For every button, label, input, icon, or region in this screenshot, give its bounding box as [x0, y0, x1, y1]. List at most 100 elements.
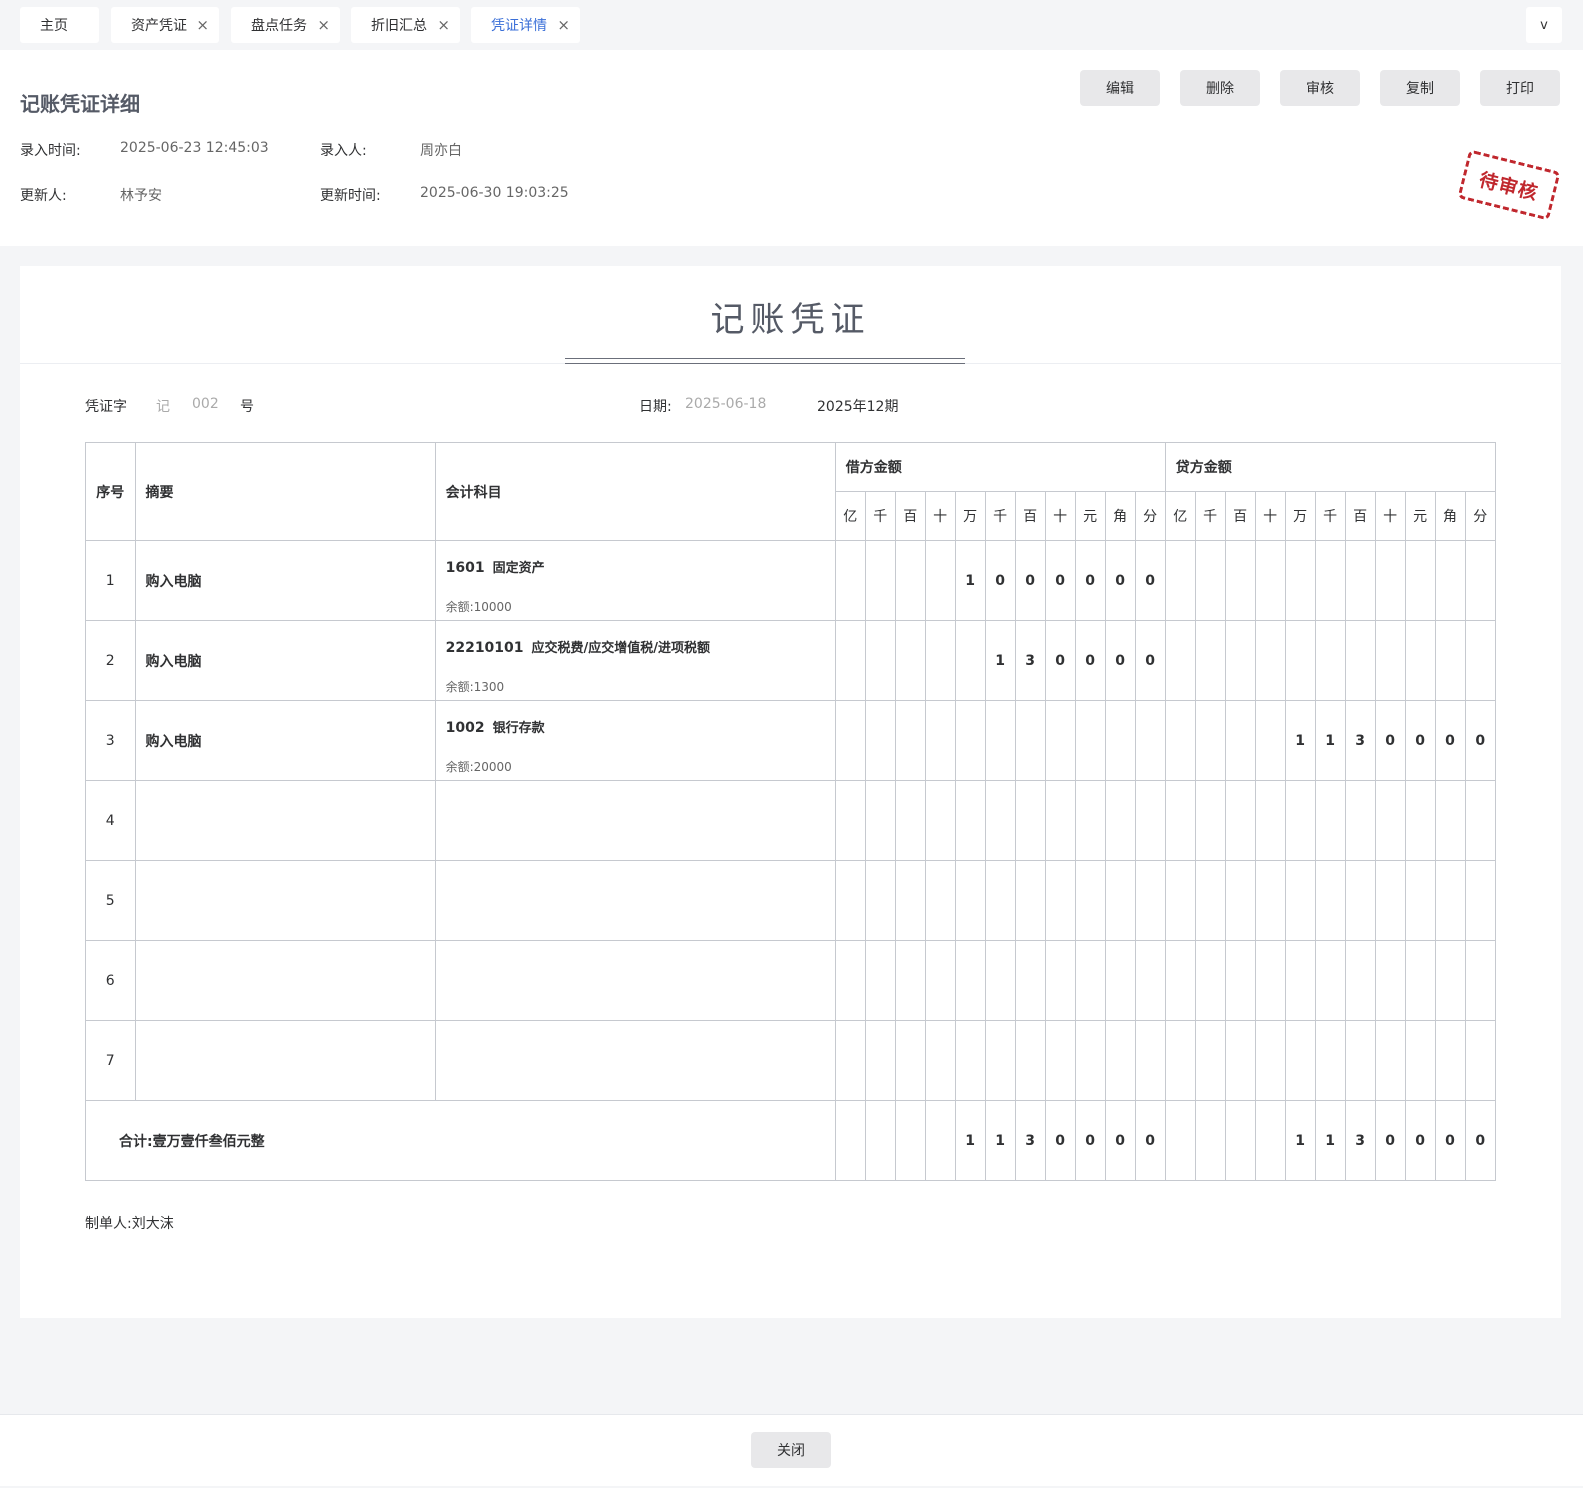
row-summary[interactable] [134, 860, 436, 941]
debit-digit-cell [1134, 1020, 1166, 1101]
debit-digit-cell: 0 [1134, 620, 1166, 701]
debit-unit-9: 角 [1104, 491, 1136, 541]
credit-digit-cell [1434, 1020, 1466, 1101]
row-summary[interactable] [134, 940, 436, 1021]
debit-unit-6: 百 [1014, 491, 1046, 541]
credit-digit-cell [1194, 860, 1226, 941]
table-row[interactable]: 5 [85, 860, 1497, 941]
credit-digit-cell: 1 [1284, 700, 1316, 781]
table-header-row: 序号 摘要 会计科目 借方金额 贷方金额 [85, 442, 1497, 541]
debit-digit-cell [1044, 1020, 1076, 1101]
credit-digit-cell [1284, 860, 1316, 941]
updater-label: 更新人: [20, 188, 67, 204]
close-icon[interactable]: × [437, 16, 450, 34]
credit-total-digit-cell [1194, 1100, 1226, 1181]
table-row[interactable]: 2 购入电脑 22210101 应交税费/应交增值税/进项税额 余额:1300 1 3 0 0 0… [85, 620, 1497, 701]
row-summary[interactable]: 购入电脑 [134, 620, 436, 701]
debit-digit-cell [984, 860, 1016, 941]
table-row[interactable]: 6 [85, 940, 1497, 1021]
credit-digit-cell: 3 [1344, 700, 1376, 781]
debit-digit-cell: 0 [1104, 540, 1136, 621]
close-icon[interactable]: × [317, 16, 330, 34]
credit-total-digit-cell: 0 [1404, 1100, 1436, 1181]
debit-digit-cell [1104, 1020, 1136, 1101]
tab-asset-voucher[interactable]: 资产凭证 × [111, 7, 219, 43]
debit-digit-cell [1074, 860, 1106, 941]
copy-button[interactable]: 复制 [1380, 70, 1460, 106]
debit-digit-cell [1134, 700, 1166, 781]
voucher-header: 记账凭证详细 录入时间: 2025-06-23 12:45:03 录入人: 周亦… [0, 50, 1583, 246]
credit-digit-cell [1434, 540, 1466, 621]
table-row[interactable]: 3 购入电脑 1002 银行存款 余额:20000 1 1 3 0 0 0 0 [85, 700, 1497, 781]
debit-digit-cell: 0 [1014, 540, 1046, 621]
row-account[interactable] [434, 940, 836, 1021]
account-code-number: 22210101 [445, 640, 524, 656]
table-row[interactable]: 1 购入电脑 1601 固定资产 余额:10000 1 0 0 0 0 0 0 [85, 540, 1497, 621]
row-account[interactable]: 1601 固定资产 余额:10000 [434, 540, 836, 621]
credit-digit-cell [1224, 860, 1256, 941]
debit-unit-4: 万 [954, 491, 986, 541]
voucher-word-value: 记 [156, 399, 170, 415]
row-summary[interactable] [134, 1020, 436, 1101]
debit-digit-cell [834, 700, 866, 781]
credit-unit-5: 千 [1314, 491, 1346, 541]
account-balance: 余额:10000 [445, 600, 512, 614]
edit-button[interactable]: 编辑 [1080, 70, 1160, 106]
credit-unit-9: 角 [1434, 491, 1466, 541]
credit-digit-cell [1404, 620, 1436, 701]
row-account[interactable]: 22210101 应交税费/应交增值税/进项税额 余额:1300 [434, 620, 836, 701]
credit-digit-cell [1194, 780, 1226, 861]
row-account[interactable]: 1002 银行存款 余额:20000 [434, 700, 836, 781]
tab-label: 凭证详情 [491, 18, 547, 34]
debit-digit-cell [984, 1020, 1016, 1101]
row-summary[interactable]: 购入电脑 [134, 540, 436, 621]
credit-digit-cell [1284, 620, 1316, 701]
row-account[interactable] [434, 780, 836, 861]
tab-depreciation-summary[interactable]: 折旧汇总 × [351, 7, 460, 43]
row-summary[interactable] [134, 780, 436, 861]
credit-unit-4: 万 [1284, 491, 1316, 541]
voucher-number-suffix: 号 [240, 399, 254, 415]
row-seq: 2 [85, 620, 136, 701]
delete-button[interactable]: 删除 [1180, 70, 1260, 106]
footer-bar: 关闭 [0, 1414, 1583, 1486]
close-icon[interactable]: × [557, 16, 570, 34]
row-seq: 4 [85, 780, 136, 861]
credit-digit-cell [1404, 540, 1436, 621]
credit-unit-8: 元 [1404, 491, 1436, 541]
tab-inventory-task[interactable]: 盘点任务 × [231, 7, 340, 43]
credit-digit-cell [1464, 940, 1497, 1021]
debit-digit-cell [984, 780, 1016, 861]
row-account[interactable] [434, 1020, 836, 1101]
review-button[interactable]: 审核 [1280, 70, 1360, 106]
table-row[interactable]: 4 [85, 780, 1497, 861]
credit-digit-cell [1344, 780, 1376, 861]
table-row[interactable]: 7 [85, 1020, 1497, 1101]
debit-digit-cell [1074, 940, 1106, 1021]
credit-digit-cell [1254, 860, 1286, 941]
credit-digit-cell [1284, 540, 1316, 621]
credit-digit-cell [1164, 620, 1196, 701]
debit-unit-1: 千 [864, 491, 896, 541]
account-code: 1002 银行存款 [446, 717, 835, 736]
row-summary[interactable]: 购入电脑 [134, 700, 436, 781]
credit-digit-cell [1404, 780, 1436, 861]
print-button[interactable]: 打印 [1480, 70, 1560, 106]
tab-label: 主页 [40, 18, 68, 34]
credit-digit-cell: 0 [1404, 700, 1436, 781]
voucher-title: 记账凭证 [710, 300, 871, 340]
tabs-more-chevron-icon[interactable]: v [1526, 7, 1562, 43]
tab-label: 资产凭证 [131, 18, 187, 34]
debit-digit-cell [1104, 860, 1136, 941]
tab-home[interactable]: 主页 [20, 7, 99, 43]
debit-digit-cell: 0 [1104, 620, 1136, 701]
debit-digit-cell [924, 780, 956, 861]
credit-digit-cell [1344, 620, 1376, 701]
debit-digit-cell [984, 700, 1016, 781]
row-account[interactable] [434, 860, 836, 941]
credit-digit-cell [1164, 780, 1196, 861]
close-button[interactable]: 关闭 [751, 1432, 831, 1468]
close-icon[interactable]: × [196, 16, 209, 34]
tab-voucher-detail[interactable]: 凭证详情 × [471, 7, 580, 43]
debit-total-digit-cell: 0 [1134, 1100, 1166, 1181]
